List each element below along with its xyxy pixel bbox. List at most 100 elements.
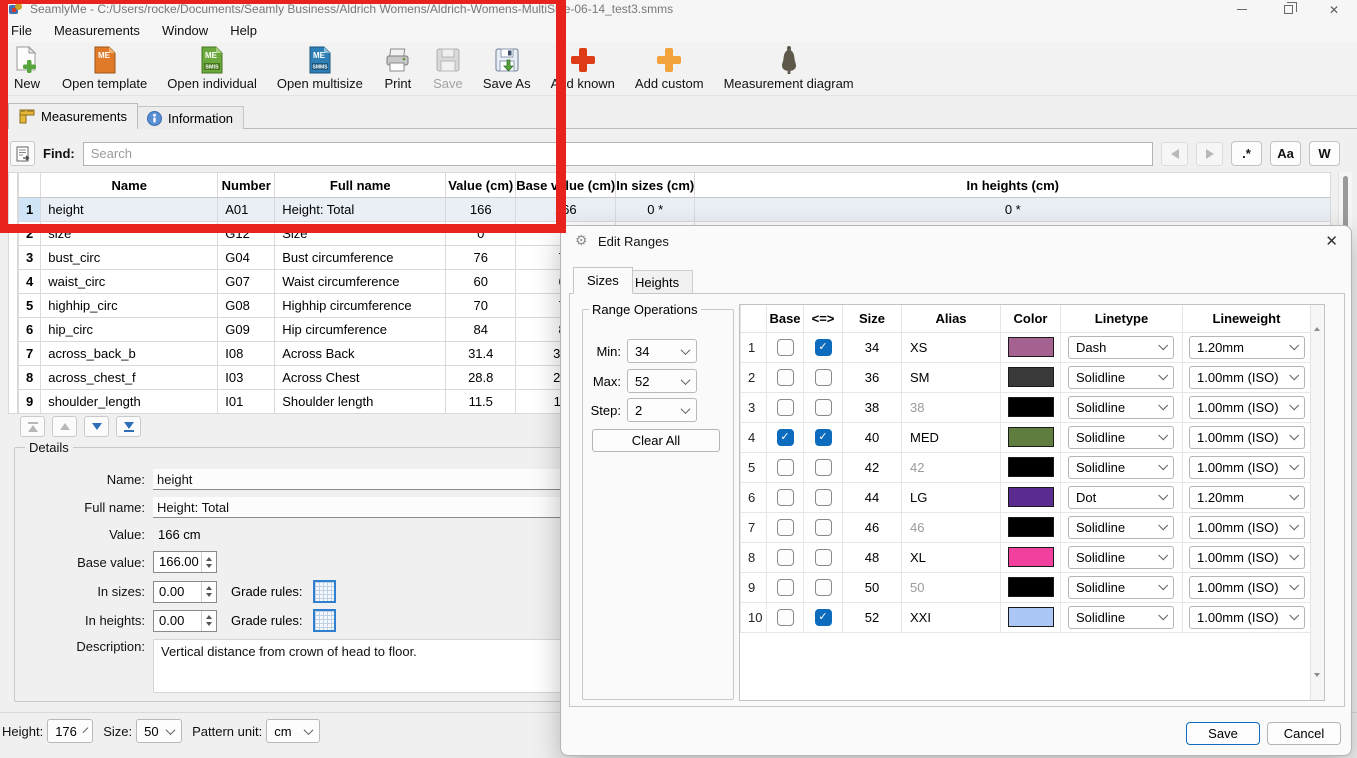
header-full-name[interactable]: Full name — [275, 173, 446, 198]
linetype-select[interactable]: Solidline — [1068, 546, 1174, 569]
lineweight-select[interactable]: 1.00mm (ISO) — [1189, 606, 1305, 629]
tab-measurements[interactable]: Measurements — [8, 103, 138, 129]
cell-name[interactable]: highhip_circ — [41, 294, 218, 318]
base-checkbox[interactable]: ✓ — [777, 609, 794, 626]
range-row[interactable]: 10✓✓52XXISolidline1.00mm (ISO) — [741, 602, 1311, 632]
whole-word-toggle-button[interactable]: W — [1309, 141, 1340, 166]
base-checkbox[interactable]: ✓ — [777, 579, 794, 596]
cell-full-name[interactable]: Shoulder length — [275, 390, 446, 414]
cell-value[interactable]: 60 — [446, 270, 516, 294]
range-checkbox[interactable]: ✓ — [815, 399, 832, 416]
lineweight-select[interactable]: 1.00mm (ISO) — [1189, 516, 1305, 539]
measurement-row[interactable]: 1heightA01Height: Total1661660 *0 * — [19, 198, 1331, 222]
color-swatch[interactable] — [1008, 517, 1054, 537]
spinner-buttons[interactable] — [201, 611, 216, 631]
close-button[interactable]: ✕ — [1311, 0, 1357, 19]
max-combo[interactable]: 52 — [627, 369, 697, 393]
color-swatch[interactable] — [1008, 427, 1054, 447]
cell-full-name[interactable]: Hip circumference — [275, 318, 446, 342]
cell-value[interactable]: 31.4 — [446, 342, 516, 366]
pattern-unit-combo[interactable]: cm — [266, 719, 320, 743]
row-number[interactable]: 8 — [19, 366, 41, 390]
cell-number[interactable]: A01 — [218, 198, 275, 222]
cell-name[interactable]: size — [41, 222, 218, 246]
cell-full-name[interactable]: Across Chest — [275, 366, 446, 390]
base-checkbox[interactable]: ✓ — [777, 519, 794, 536]
range-row[interactable]: 3✓✓3838Solidline1.00mm (ISO) — [741, 392, 1311, 422]
lineweight-select[interactable]: 1.00mm (ISO) — [1189, 366, 1305, 389]
restore-button[interactable] — [1265, 0, 1311, 19]
row-number[interactable]: 1 — [19, 198, 41, 222]
cell-number[interactable]: G04 — [218, 246, 275, 270]
alias-cell[interactable]: SM — [902, 362, 1001, 392]
cell-in-heights[interactable]: 0 * — [695, 198, 1331, 222]
linetype-select[interactable]: Dash — [1068, 336, 1174, 359]
cell-full-name[interactable]: Size — [275, 222, 446, 246]
range-row[interactable]: 9✓✓5050Solidline1.00mm (ISO) — [741, 572, 1311, 602]
cell-name[interactable]: shoulder_length — [41, 390, 218, 414]
color-swatch[interactable] — [1008, 397, 1054, 417]
cell-in-sizes[interactable]: 0 * — [616, 198, 695, 222]
range-row[interactable]: 8✓✓48XLSolidline1.00mm (ISO) — [741, 542, 1311, 572]
row-number[interactable]: 2 — [19, 222, 41, 246]
base-checkbox[interactable]: ✓ — [777, 489, 794, 506]
color-swatch[interactable] — [1008, 367, 1054, 387]
range-row[interactable]: 4✓✓40MEDSolidline1.00mm (ISO) — [741, 422, 1311, 452]
row-number[interactable]: 5 — [19, 294, 41, 318]
search-input[interactable] — [83, 142, 1153, 166]
alias-cell[interactable]: 38 — [902, 392, 1001, 422]
color-swatch[interactable] — [1008, 337, 1054, 357]
range-checkbox[interactable]: ✓ — [815, 609, 832, 626]
range-row[interactable]: 7✓✓4646Solidline1.00mm (ISO) — [741, 512, 1311, 542]
range-checkbox[interactable]: ✓ — [815, 339, 832, 356]
cell-value[interactable]: 0 — [446, 222, 516, 246]
alias-cell[interactable]: 50 — [902, 572, 1001, 602]
header-base-value[interactable]: Base value (cm) — [516, 173, 616, 198]
cell-value[interactable]: 76 — [446, 246, 516, 270]
cell-name[interactable]: waist_circ — [41, 270, 218, 294]
row-number[interactable]: 6 — [19, 318, 41, 342]
linetype-select[interactable]: Solidline — [1068, 456, 1174, 479]
grade-rules-sizes-button[interactable] — [313, 580, 336, 603]
row-number[interactable]: 3 — [19, 246, 41, 270]
cell-number[interactable]: I03 — [218, 366, 275, 390]
cell-value[interactable]: 11.5 — [446, 390, 516, 414]
menu-window[interactable]: Window — [151, 23, 219, 38]
cell-value[interactable]: 84 — [446, 318, 516, 342]
range-checkbox[interactable]: ✓ — [815, 579, 832, 596]
cell-value[interactable]: 70 — [446, 294, 516, 318]
spinner-buttons[interactable] — [201, 582, 216, 602]
base-checkbox[interactable]: ✓ — [777, 339, 794, 356]
base-checkbox[interactable]: ✓ — [777, 399, 794, 416]
range-checkbox[interactable]: ✓ — [815, 519, 832, 536]
lineweight-select[interactable]: 1.00mm (ISO) — [1189, 456, 1305, 479]
header-number[interactable]: Number — [218, 173, 275, 198]
color-swatch[interactable] — [1008, 457, 1054, 477]
toolbar-add-custom-button[interactable]: Add custom — [625, 42, 714, 91]
menu-measurements[interactable]: Measurements — [43, 23, 151, 38]
linetype-select[interactable]: Solidline — [1068, 366, 1174, 389]
dialog-close-icon[interactable]: ✕ — [1325, 232, 1338, 250]
move-up-button[interactable] — [52, 416, 77, 437]
header-in-sizes[interactable]: In sizes (cm) — [616, 173, 695, 198]
toolbar-print-button[interactable]: Print — [373, 42, 423, 91]
toolbar-open-multisize-button[interactable]: MESMMSOpen multisize — [267, 42, 373, 91]
find-previous-button[interactable] — [1161, 142, 1188, 166]
lineweight-select[interactable]: 1.00mm (ISO) — [1189, 426, 1305, 449]
grade-rules-heights-button[interactable] — [313, 609, 336, 632]
header-in-heights[interactable]: In heights (cm) — [695, 173, 1331, 198]
cell-full-name[interactable]: Height: Total — [275, 198, 446, 222]
header-value[interactable]: Value (cm) — [446, 173, 516, 198]
cell-full-name[interactable]: Highhip circumference — [275, 294, 446, 318]
move-bottom-button[interactable] — [116, 416, 141, 437]
lineweight-select[interactable]: 1.00mm (ISO) — [1189, 546, 1305, 569]
row-number[interactable]: 4 — [19, 270, 41, 294]
color-swatch[interactable] — [1008, 547, 1054, 567]
toolbar-open-template-button[interactable]: MEOpen template — [52, 42, 157, 91]
cell-full-name[interactable]: Waist circumference — [275, 270, 446, 294]
cell-number[interactable]: G08 — [218, 294, 275, 318]
full-name-field[interactable]: Height: Total — [153, 497, 561, 518]
range-checkbox[interactable]: ✓ — [815, 459, 832, 476]
save-button[interactable]: Save — [1186, 722, 1260, 745]
header-name[interactable]: Name — [41, 173, 218, 198]
